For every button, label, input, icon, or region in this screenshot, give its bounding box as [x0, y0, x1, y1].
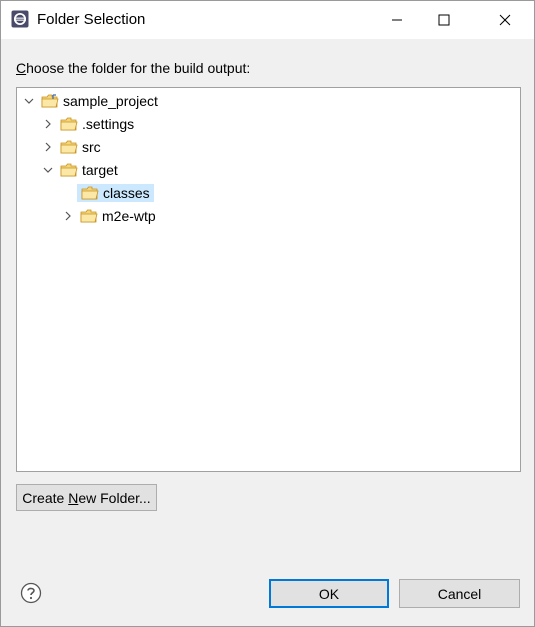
tree-item-classes[interactable]: classes: [77, 182, 154, 204]
folder-tree[interactable]: sample_project .settings src target clas…: [16, 87, 521, 472]
maximize-button[interactable]: [421, 1, 467, 39]
tree-item-label: target: [82, 162, 118, 178]
folder-selection-dialog: Folder Selection Choose the folder for t…: [0, 0, 535, 627]
help-icon[interactable]: [20, 582, 42, 604]
tree-item-label: classes: [103, 185, 150, 201]
instruction-label-after: hoose the folder for the build output:: [26, 60, 251, 76]
tree-item-label: src: [82, 139, 101, 155]
create-button-label-before: Create: [22, 489, 69, 506]
project-folder-icon: [41, 94, 59, 108]
create-new-folder-button[interactable]: Create New Folder...: [16, 484, 157, 511]
selection-highlight[interactable]: classes: [77, 184, 154, 202]
cancel-button[interactable]: Cancel: [399, 579, 520, 608]
eclipse-icon: [11, 10, 29, 28]
folder-icon: [60, 117, 78, 131]
instruction-label-mnemonic: C: [16, 60, 27, 76]
title-bar: Folder Selection: [1, 1, 534, 39]
tree-item-target[interactable]: target: [42, 159, 118, 181]
close-icon: [499, 14, 511, 26]
folder-icon: [80, 209, 98, 223]
chevron-right-icon[interactable]: [42, 118, 54, 130]
chevron-right-icon[interactable]: [62, 210, 74, 222]
tree-item-src[interactable]: src: [42, 136, 101, 158]
tree-item-label: sample_project: [63, 93, 158, 109]
tree-item-label: m2e-wtp: [102, 208, 156, 224]
tree-item-settings[interactable]: .settings: [42, 113, 134, 135]
minimize-icon: [392, 19, 402, 21]
chevron-down-icon[interactable]: [23, 95, 35, 107]
chevron-down-icon[interactable]: [42, 164, 54, 176]
folder-icon: [81, 186, 99, 200]
create-button-label-after: ew Folder...: [78, 489, 151, 506]
instruction-label: Choose the folder for the build output:: [16, 60, 250, 76]
chevron-right-icon[interactable]: [42, 141, 54, 153]
folder-icon: [60, 163, 78, 177]
folder-icon: [60, 140, 78, 154]
window-title: Folder Selection: [37, 11, 146, 28]
tree-item-label: .settings: [82, 116, 135, 132]
ok-button[interactable]: OK: [269, 579, 389, 608]
create-button-mnemonic: N: [68, 489, 79, 506]
maximize-icon: [438, 14, 450, 26]
minimize-button[interactable]: [374, 1, 420, 39]
close-button[interactable]: [482, 1, 528, 39]
tree-item-m2e-wtp[interactable]: m2e-wtp: [62, 205, 156, 227]
tree-item-sample-project[interactable]: sample_project: [23, 90, 158, 112]
